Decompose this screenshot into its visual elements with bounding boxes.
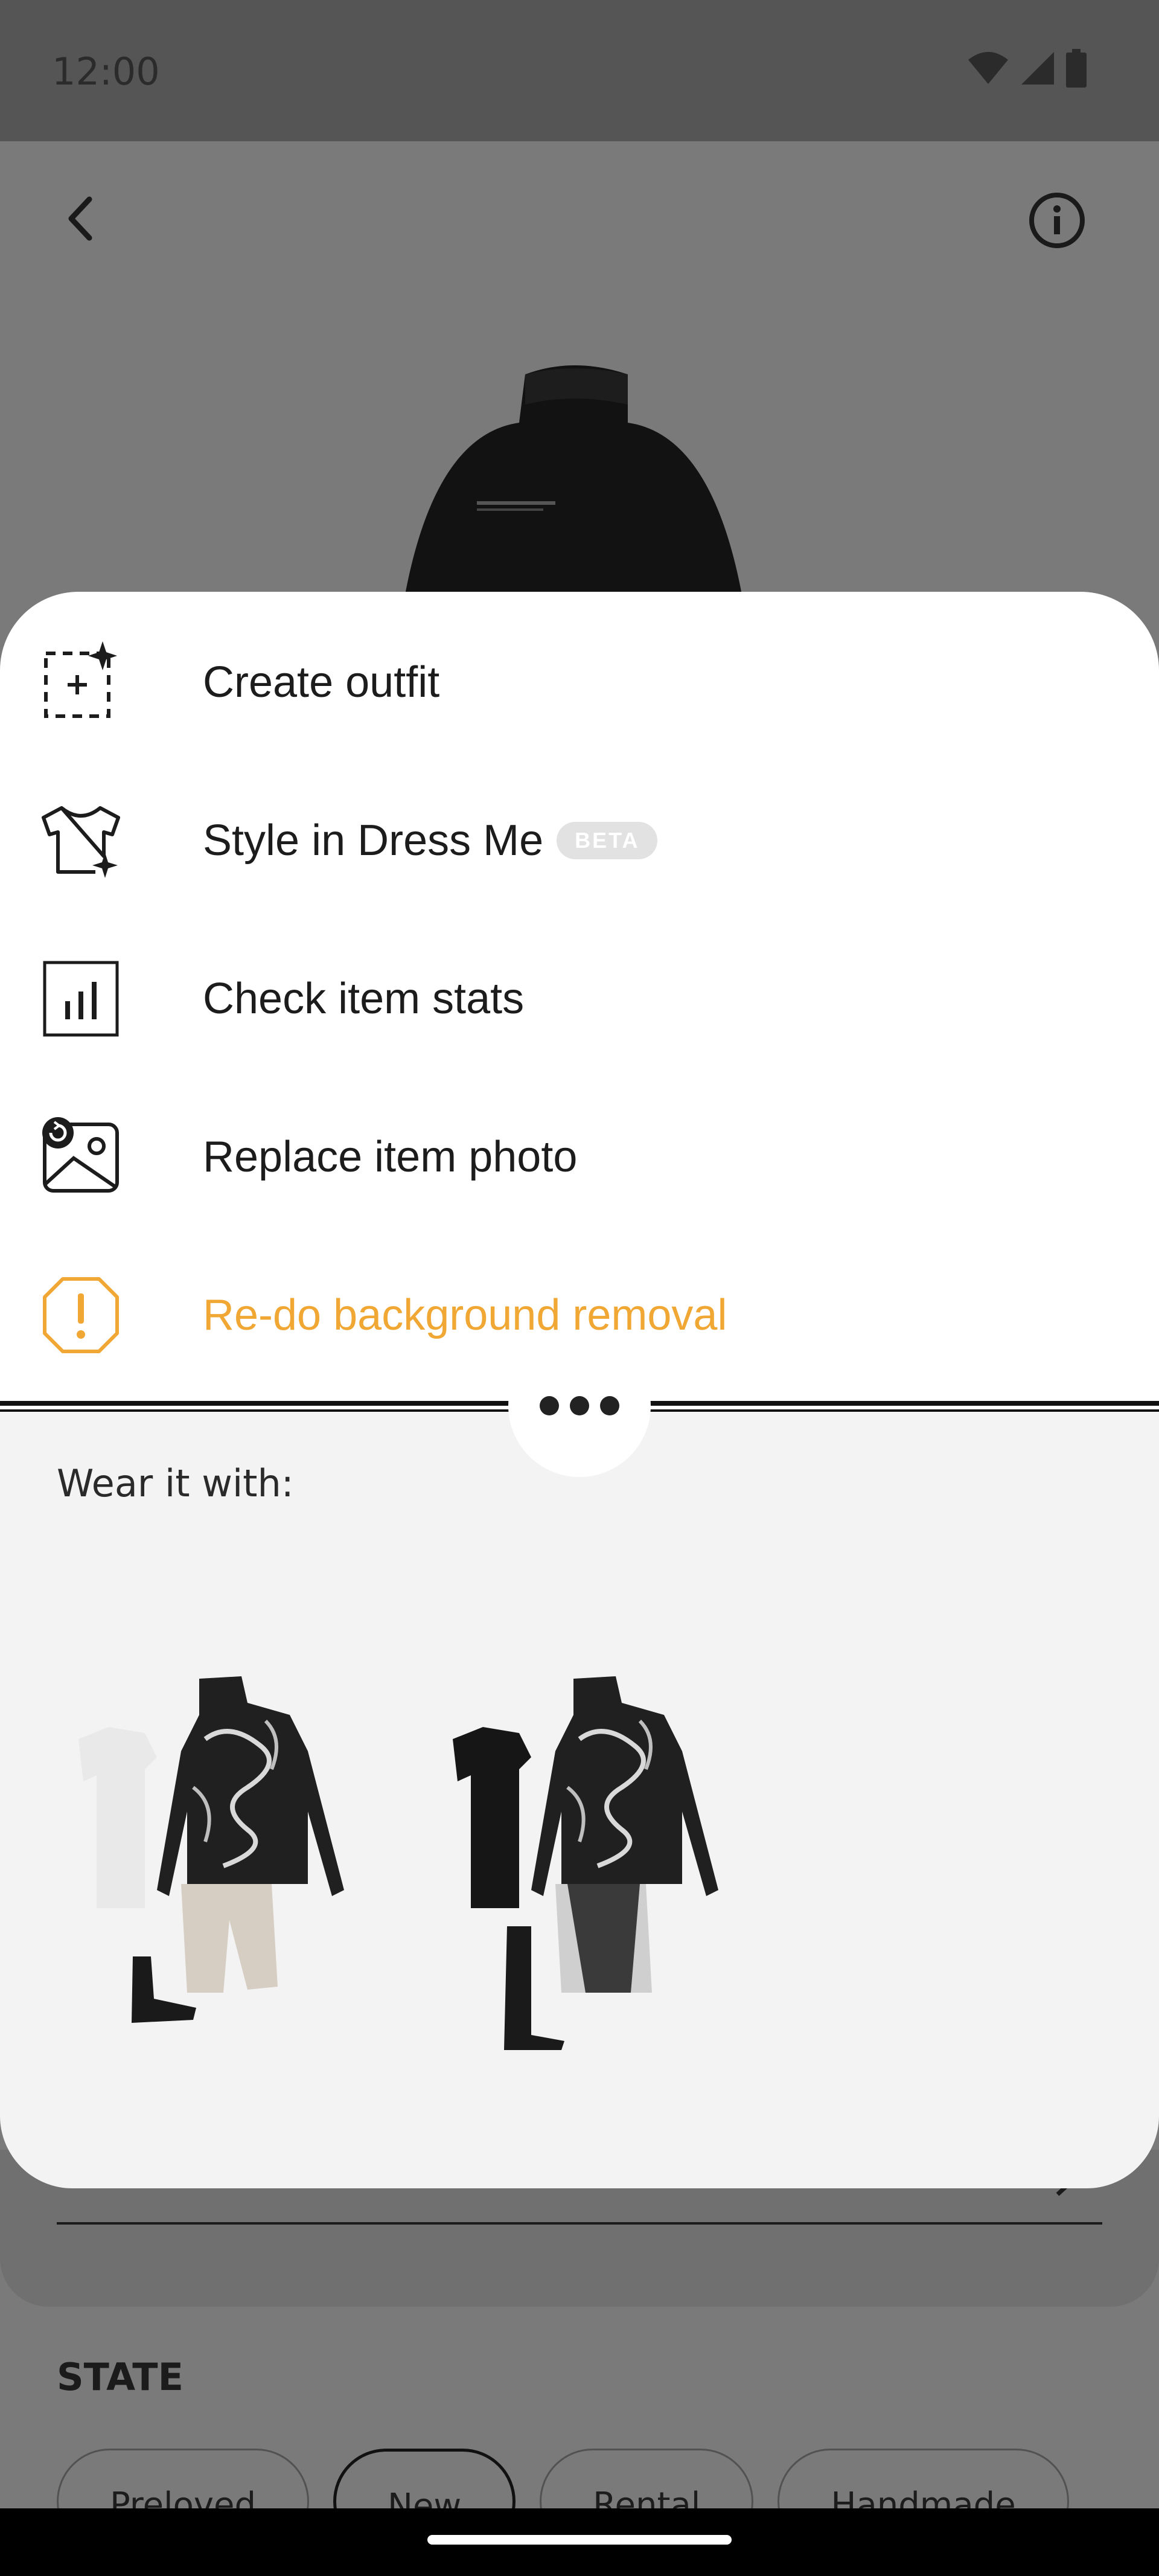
menu-item-create-outfit[interactable]: Create outfit [0,604,1159,761]
menu-label: Style in Dress Me [203,816,544,865]
menu-label: Create outfit [203,658,440,706]
printed-turtleneck-image [531,1676,718,1896]
more-dots-icon [570,1396,589,1415]
signal-icon [1021,52,1054,85]
battery-icon [1066,49,1087,88]
menu-item-style-in-dress-me[interactable]: Style in Dress Me BETA [0,762,1159,919]
menu-label-row: Style in Dress Me BETA [203,816,658,865]
replace-photo-icon [37,1113,124,1200]
outfit-card-1[interactable] [66,1667,368,2053]
wide-leg-trousers-image [555,1884,652,1993]
status-icons [967,49,1087,88]
menu-label: Re-do background removal [203,1291,727,1339]
state-heading: STATE [57,2355,184,2399]
create-outfit-icon [37,639,124,726]
white-tshirt-image [78,1727,157,1908]
more-dots-icon [600,1396,619,1415]
back-button[interactable] [58,191,101,246]
black-knee-boots-image [504,1926,564,2050]
menu-label: Check item stats [203,975,525,1023]
brand-field-underline [57,2222,1102,2225]
tshirt-sparkle-icon [37,797,124,884]
beige-trousers-image [181,1884,278,1993]
black-tshirt-image [453,1727,531,1908]
menu-item-check-item-stats[interactable]: Check item stats [0,920,1159,1077]
status-bar: 12:00 [0,0,1159,141]
wifi-icon [968,52,1008,84]
menu-item-replace-item-photo[interactable]: Replace item photo [0,1078,1159,1235]
item-photo [404,365,742,598]
menu-label: Replace item photo [203,1133,578,1181]
beta-badge: BETA [557,822,658,859]
warning-icon [37,1272,124,1359]
outfit-card-2[interactable] [441,1667,742,2053]
chevron-left-icon [68,196,92,241]
status-time: 12:00 [52,50,160,94]
bar-chart-icon [37,955,124,1042]
wear-it-with-title: Wear it with: [57,1461,294,1505]
more-button[interactable] [508,1334,651,1477]
home-gesture-handle[interactable] [427,2535,732,2545]
info-icon [1029,193,1085,248]
more-dots-icon [540,1396,559,1415]
printed-turtleneck-image [157,1676,344,1896]
info-button[interactable] [1027,191,1087,250]
